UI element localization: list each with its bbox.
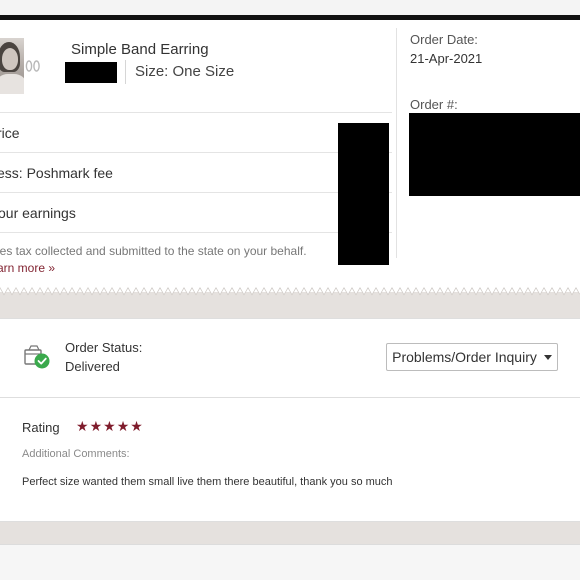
order-date-label: Order Date: (410, 32, 478, 47)
earring-icon (25, 60, 40, 72)
footer-bar (0, 544, 580, 580)
additional-comments-label: Additional Comments: (22, 448, 130, 460)
delivered-package-icon (24, 345, 50, 369)
rating-label: Rating (22, 420, 60, 435)
divider (0, 152, 392, 153)
earnings-label: our earnings (0, 205, 76, 221)
comment-text: Perfect size wanted them small live them… (22, 476, 393, 488)
divider (0, 112, 392, 113)
star-icon: ★ (103, 418, 116, 434)
price-label: rice (0, 125, 20, 141)
redacted-block (338, 123, 389, 265)
redacted-block (409, 113, 580, 196)
order-inquiry-label: Problems/Order Inquiry (392, 349, 537, 365)
star-icon: ★ (89, 418, 103, 434)
star-icon: ★ (116, 418, 130, 434)
order-status-label: Order Status: (65, 340, 143, 355)
item-title[interactable]: Simple Band Earring (71, 41, 209, 58)
order-date-value: 21-Apr-2021 (410, 51, 483, 66)
column-divider (396, 28, 397, 258)
poshmark-fee-label: ess: Poshmark fee (0, 165, 113, 181)
order-inquiry-dropdown[interactable]: Problems/Order Inquiry (386, 343, 558, 371)
order-number-label: Order #: (410, 97, 458, 112)
rating-card (0, 398, 580, 522)
receipt-torn-edge (0, 283, 580, 296)
order-status-value: Delivered (65, 359, 120, 374)
star-rating: ★ ★ ★ ★ ★ (76, 418, 143, 434)
star-icon: ★ (76, 418, 89, 434)
divider (125, 60, 126, 84)
star-icon: ★ (130, 418, 143, 434)
redacted-block (65, 62, 117, 83)
divider (0, 192, 392, 193)
caret-down-icon (543, 355, 552, 360)
top-bar (0, 0, 580, 16)
divider (0, 232, 392, 233)
footer-spacer (0, 522, 580, 544)
learn-more-link[interactable]: arn more » (0, 261, 55, 275)
tax-note: les tax collected and submitted to the s… (0, 244, 307, 258)
item-size: Size: One Size (135, 63, 235, 80)
item-photo[interactable] (0, 38, 24, 94)
